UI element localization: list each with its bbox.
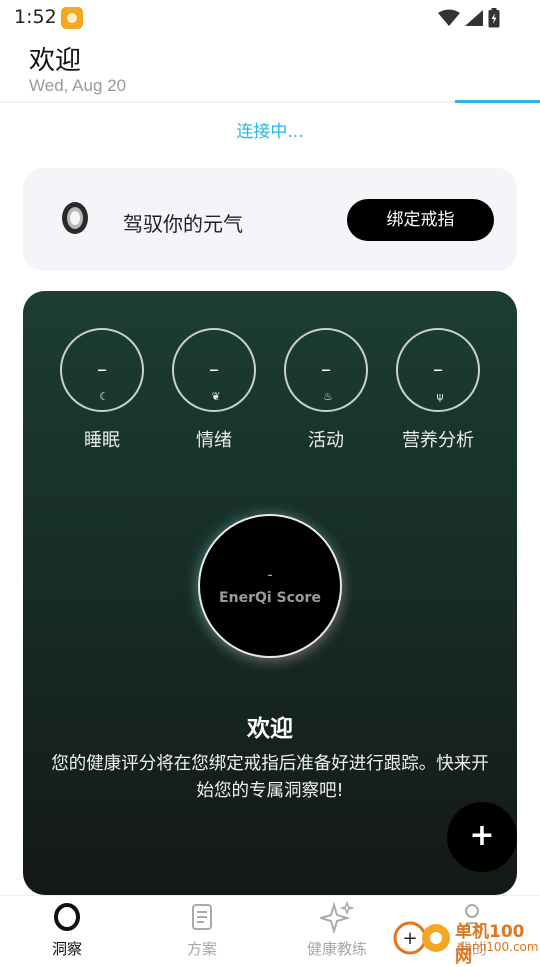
sparkle-icon (320, 901, 354, 933)
metric-label: 活动 (308, 430, 344, 451)
metric-label: 情绪 (196, 430, 232, 451)
score-value: - (267, 565, 273, 584)
watermark-url: danji100.com (457, 940, 539, 954)
metric-label: 睡眠 (84, 430, 120, 451)
metric-value: – (97, 357, 107, 381)
welcome-description: 您的健康评分将在您绑定戒指后准备好进行跟踪。快来开始您的专属洞察吧! (51, 754, 489, 801)
page-title: 欢迎 (29, 46, 82, 76)
metric-ring: – ❦ (172, 328, 256, 412)
nav-item-insights[interactable]: 洞察 (17, 900, 117, 959)
nav-label: 洞察 (51, 940, 82, 958)
nav-label: 方案 (186, 940, 217, 958)
ring-icon (54, 903, 80, 931)
nav-label: 健康教练 (306, 940, 367, 958)
add-button[interactable]: + (447, 802, 517, 872)
metric-value: – (321, 357, 331, 381)
metric-value: – (209, 357, 219, 381)
svg-text:+: + (402, 928, 417, 949)
metric-ring: – ψ (396, 328, 480, 412)
nav-item-coach[interactable]: 健康教练 (287, 900, 387, 959)
flame-icon: ♨ (323, 390, 333, 403)
signal-icon (465, 10, 483, 26)
progress-indicator (455, 100, 540, 103)
watermark-logo: + (393, 921, 450, 955)
status-time: 1:52 (14, 6, 57, 28)
moon-icon: ☾ (99, 390, 109, 403)
notification-app-icon (61, 7, 83, 29)
date-label: Wed, Aug 20 (29, 76, 127, 95)
status-icons (438, 8, 500, 28)
score-label: EnerQi Score (219, 590, 321, 606)
fork-knife-icon: ψ (436, 390, 444, 403)
wifi-icon (438, 9, 460, 26)
welcome-title: 欢迎 (247, 716, 293, 742)
metric-sleep[interactable]: – ☾ 睡眠 (58, 328, 146, 452)
metric-ring: – ☾ (60, 328, 144, 412)
metric-activity[interactable]: – ♨ 活动 (282, 328, 370, 452)
bind-card-text: 驾驭你的元气 (123, 212, 243, 236)
metric-label: 营养分析 (402, 430, 474, 451)
scroll-icon (192, 904, 212, 930)
metric-ring: – ♨ (284, 328, 368, 412)
metric-nutrition[interactable]: – ψ 营养分析 (394, 328, 482, 452)
connection-status: 连接中... (236, 122, 304, 142)
metric-value: – (433, 357, 443, 381)
nav-item-plans[interactable]: 方案 (152, 900, 252, 959)
metric-mood[interactable]: – ❦ 情绪 (170, 328, 258, 452)
sprout-icon: ❦ (211, 390, 221, 403)
bind-ring-button[interactable]: 绑定戒指 (347, 199, 494, 241)
enerqi-score-ring[interactable] (198, 514, 342, 658)
battery-icon (488, 8, 500, 28)
ring-icon (62, 202, 88, 234)
